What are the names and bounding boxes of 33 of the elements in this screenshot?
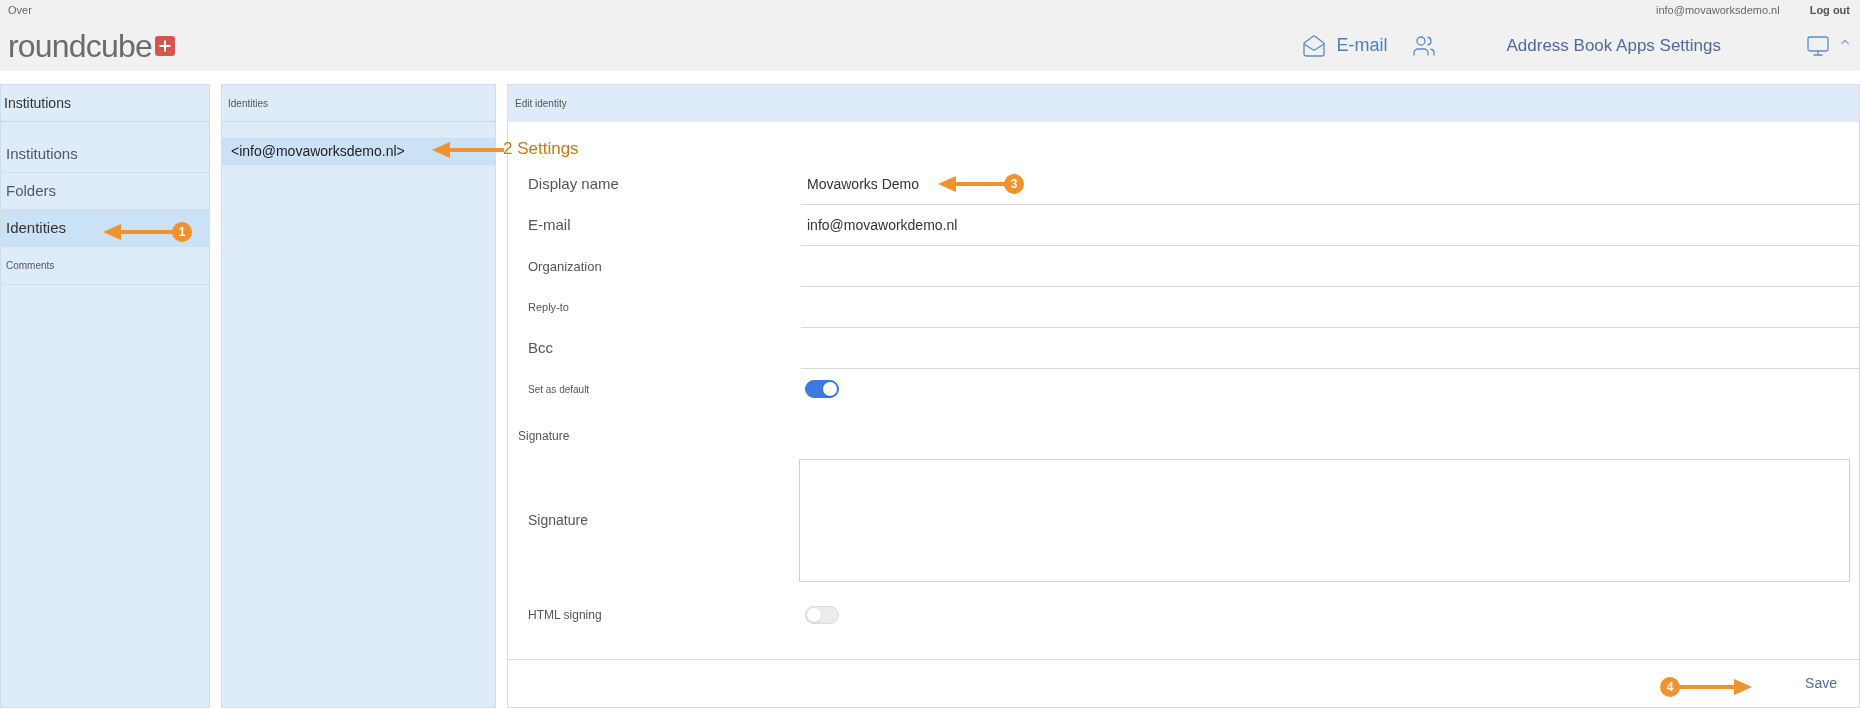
field-label: Organization: [528, 257, 602, 276]
field-label: Set as default: [528, 382, 590, 397]
mail-icon[interactable]: [1302, 33, 1327, 58]
panel-title: Identities: [228, 96, 269, 111]
field-label: Bcc: [528, 338, 553, 359]
nav-links[interactable]: Address Book Apps Settings: [1506, 32, 1721, 59]
annotation-label: 2 Settings: [503, 138, 579, 160]
field-label: Signature: [528, 510, 588, 530]
text-field[interactable]: info@movaworkdemo.nl: [801, 205, 1859, 246]
monitor-icon[interactable]: [1806, 33, 1830, 58]
sidebar-item[interactable]: Comments: [1, 247, 209, 285]
logo-text: roundcube: [8, 29, 153, 62]
field-label: Reply-to: [528, 300, 569, 316]
user-email: info@movaworksdemo.nl: [1656, 2, 1780, 18]
annotation-arrow: [432, 142, 504, 158]
sidebar-item[interactable]: Institutions: [1, 136, 209, 173]
logo-plus-icon: [155, 35, 176, 56]
panel-title: Edit identity: [515, 97, 567, 111]
email-nav-link[interactable]: E-mail: [1336, 32, 1388, 59]
step-marker: 4: [1660, 677, 1680, 697]
step-marker: 3: [1004, 174, 1024, 194]
field-label: HTML signing: [528, 607, 602, 624]
sidebar-title: Institutions: [4, 93, 71, 113]
save-button[interactable]: Save: [1803, 673, 1839, 694]
field-label: Display name: [528, 174, 619, 195]
contacts-icon[interactable]: [1412, 33, 1437, 58]
identity-item[interactable]: <info@movaworksdemo.nl>: [222, 138, 495, 165]
field-label: Signature: [518, 428, 570, 445]
logout-link[interactable]: Log out: [1809, 1, 1850, 19]
toggle-switch[interactable]: [805, 380, 839, 398]
field-label: E-mail: [528, 215, 571, 236]
annotation-arrow: [103, 224, 175, 240]
top-link[interactable]: Over: [8, 1, 32, 19]
